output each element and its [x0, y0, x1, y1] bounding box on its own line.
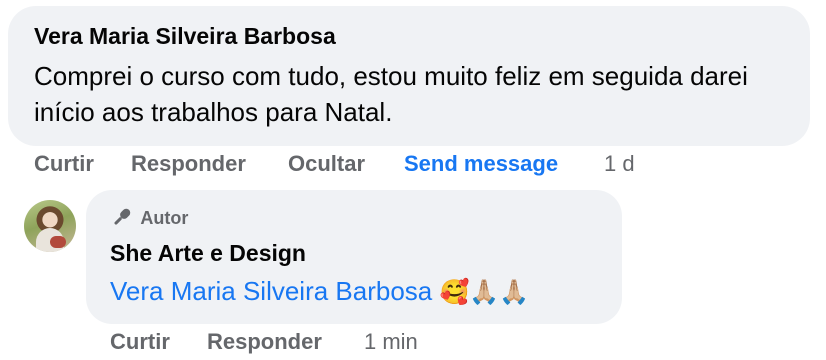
author-badge-label: Autor	[140, 208, 189, 228]
comment-author-name[interactable]: Vera Maria Silveira Barbosa	[34, 23, 336, 50]
mention-link[interactable]: Vera Maria Silveira Barbosa	[110, 276, 432, 306]
reply-actions: Curtir Responder 1 min	[0, 329, 826, 357]
reply-like-button[interactable]: Curtir	[110, 329, 170, 355]
comment-timestamp[interactable]: 1 d	[604, 151, 635, 177]
avatar-accent	[50, 236, 66, 248]
hide-button[interactable]: Ocultar	[288, 151, 365, 177]
reply-emojis: 🥰🙏🏼🙏🏼	[439, 278, 530, 306]
like-button[interactable]: Curtir	[34, 151, 94, 177]
author-badge: Autor	[108, 206, 188, 229]
reply-timestamp[interactable]: 1 min	[364, 329, 418, 355]
reply-reply-button[interactable]: Responder	[207, 329, 322, 355]
reply-button[interactable]: Responder	[131, 151, 246, 177]
comment-text: Comprei o curso com tudo, estou muito fe…	[34, 61, 748, 127]
reply-text: Vera Maria Silveira Barbosa 🥰🙏🏼🙏🏼	[110, 274, 529, 309]
microphone-icon	[114, 208, 131, 225]
avatar[interactable]	[24, 200, 76, 252]
send-message-button[interactable]: Send message	[404, 151, 558, 177]
comment-actions: Curtir Responder Ocultar Send message 1 …	[0, 151, 826, 179]
reply-author-name[interactable]: She Arte e Design	[110, 240, 306, 267]
